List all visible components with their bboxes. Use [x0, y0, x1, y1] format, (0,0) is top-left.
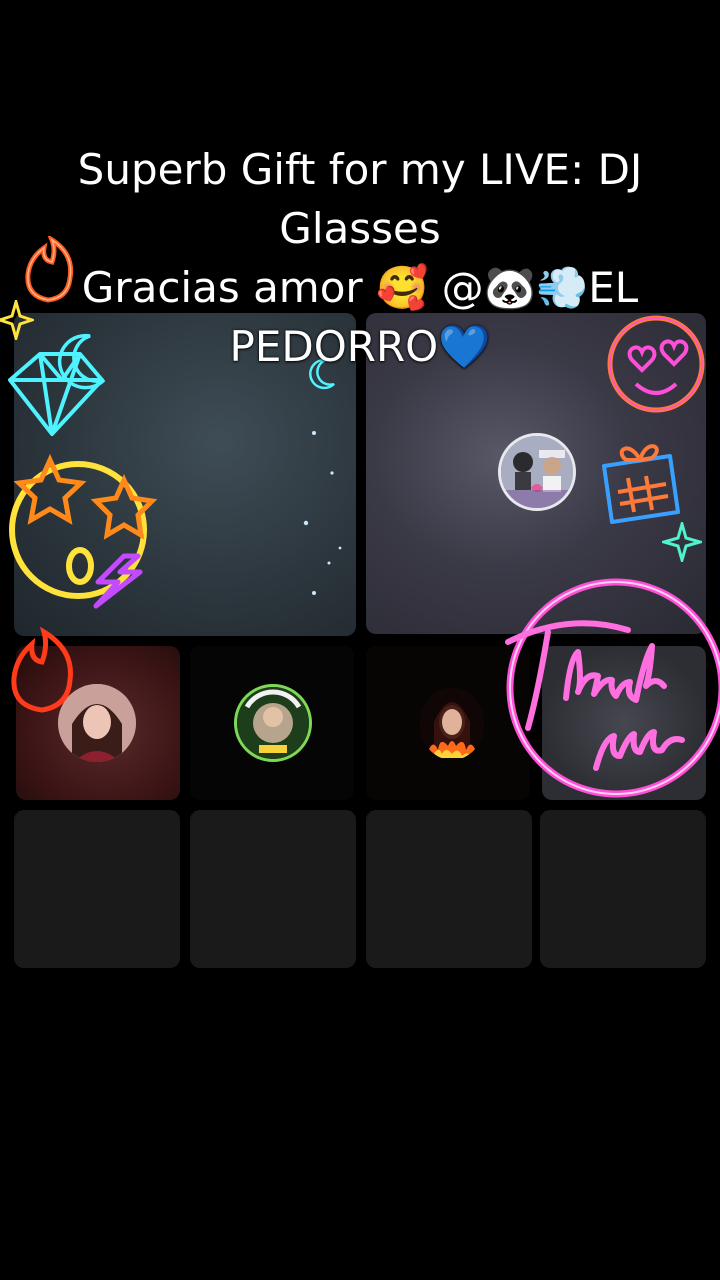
- fire-outline-icon: [11, 626, 73, 713]
- caption-line-2: Glasses: [279, 204, 441, 253]
- guest-avatar-3[interactable]: [420, 688, 484, 760]
- couple-photo: [501, 436, 573, 508]
- thank-you-neon-icon: [505, 578, 720, 798]
- caption-line-3: Gracias amor 🥰 @🐼💨EL: [81, 263, 639, 312]
- gift-box-icon: [602, 444, 680, 524]
- empty-seat-3[interactable]: [366, 810, 532, 968]
- gift-caption: Superb Gift for my LIVE: DJ Glasses Grac…: [20, 140, 700, 376]
- sparkle-icon-right: [662, 522, 702, 562]
- star-eyes-emoji-icon: [9, 453, 158, 609]
- fire-frame-photo: [420, 688, 484, 760]
- caption-line-4: PEDORRO💙: [229, 322, 491, 371]
- guest-avatar-couple[interactable]: [498, 433, 576, 511]
- caption-line-1: Superb Gift for my LIVE: DJ: [77, 145, 643, 194]
- empty-seat-4[interactable]: [540, 810, 706, 968]
- badge-photo: [237, 687, 309, 759]
- empty-seat-2[interactable]: [190, 810, 356, 968]
- guest-avatar-2[interactable]: [234, 684, 312, 762]
- empty-seat-1[interactable]: [14, 810, 180, 968]
